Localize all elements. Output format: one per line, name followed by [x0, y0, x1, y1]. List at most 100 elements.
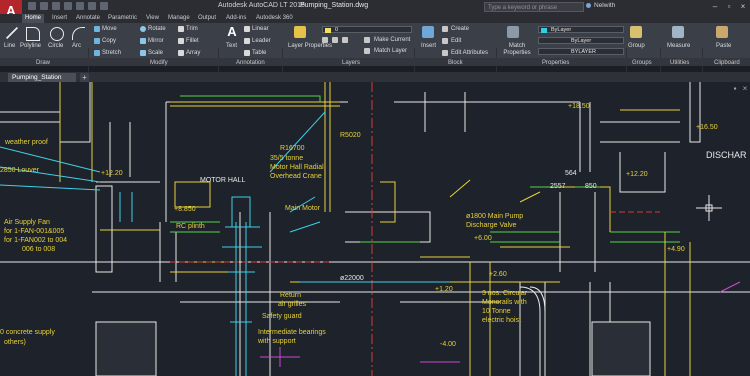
polyline-tool-label[interactable]: Polyline [20, 43, 41, 49]
make-current-icon[interactable] [364, 37, 370, 43]
circle-icon[interactable] [50, 27, 64, 41]
match-layer-icon[interactable] [364, 48, 370, 54]
measure-icon[interactable] [672, 26, 684, 38]
properties-panel-label[interactable]: Properties [542, 60, 569, 66]
linear-dimension-icon[interactable] [244, 26, 250, 32]
edit-attributes-label[interactable]: Edit Attributes [451, 50, 488, 56]
annotation-panel-label[interactable]: Annotation [236, 60, 265, 66]
tab-insert[interactable]: Insert [52, 14, 67, 23]
new-tab-button[interactable]: + [80, 73, 89, 82]
search-input[interactable]: Type a keyword or phrase [484, 2, 584, 12]
edit-attributes-icon[interactable] [442, 50, 448, 56]
new-file-icon[interactable] [28, 2, 36, 10]
clipboard-panel-label[interactable]: Clipboard [714, 60, 740, 66]
plot-icon[interactable] [76, 2, 84, 10]
tab-add-ins[interactable]: Add-ins [226, 14, 246, 23]
layer-dropdown[interactable]: 0 [322, 26, 412, 33]
scale-icon[interactable] [140, 50, 146, 56]
arc-tool-label[interactable]: Arc [72, 43, 81, 49]
open-file-icon[interactable] [40, 2, 48, 10]
undo-icon[interactable] [88, 2, 96, 10]
minimize-button[interactable]: – [708, 1, 722, 12]
create-block-icon[interactable] [442, 26, 448, 32]
insert-block-icon[interactable] [422, 26, 434, 38]
viewport-restore-icon[interactable]: ▪ [730, 84, 740, 94]
move-tool-label[interactable]: Move [102, 26, 117, 32]
note-label: Discharge Valve [466, 222, 517, 229]
edit-block-icon[interactable] [442, 38, 448, 44]
tab-output[interactable]: Output [198, 14, 216, 23]
circle-tool-label[interactable]: Circle [48, 43, 63, 49]
leader-icon[interactable] [244, 38, 250, 44]
match-properties-icon[interactable] [507, 26, 519, 38]
insert-block-label[interactable]: Insert [421, 43, 436, 49]
rotate-tool-label[interactable]: Rotate [148, 26, 166, 32]
line-tool-label[interactable]: Line [4, 43, 15, 49]
current-layer-value: 0 [335, 27, 339, 33]
mirror-tool-label[interactable]: Mirror [148, 38, 164, 44]
text-tool-label[interactable]: Text [226, 43, 237, 49]
tab-view[interactable]: View [146, 14, 159, 23]
color-dropdown[interactable]: ByLayer [538, 26, 624, 33]
block-panel-label[interactable]: Block [448, 60, 463, 66]
stretch-tool-label[interactable]: Stretch [102, 50, 121, 56]
mirror-icon[interactable] [140, 38, 146, 44]
scale-tool-label[interactable]: Scale [148, 50, 163, 56]
line-icon[interactable] [6, 27, 18, 39]
viewport-close-icon[interactable]: × [740, 84, 750, 94]
array-icon[interactable] [178, 50, 184, 56]
save-icon[interactable] [52, 2, 60, 10]
measure-tool-label[interactable]: Measure [667, 43, 690, 49]
paste-icon[interactable] [716, 26, 728, 38]
layer-properties-label[interactable]: Layer Properties [288, 43, 332, 49]
tab-parametric[interactable]: Parametric [108, 14, 137, 23]
maximize-button[interactable]: ▫ [722, 1, 736, 12]
match-properties-label[interactable]: Match Properties [500, 43, 534, 57]
linear-tool-label[interactable]: Linear [252, 26, 269, 32]
tab-autodesk-360[interactable]: Autodesk 360 [256, 14, 293, 23]
user-name[interactable]: Nelwith [594, 2, 615, 9]
match-layer-label[interactable]: Match Layer [374, 48, 407, 54]
fillet-icon[interactable] [178, 38, 184, 44]
make-current-label[interactable]: Make Current [374, 37, 410, 43]
lineweight-dropdown[interactable]: BYLAYER [538, 48, 624, 55]
copy-icon[interactable] [94, 38, 100, 44]
copy-tool-label[interactable]: Copy [102, 38, 116, 44]
tab-annotate[interactable]: Annotate [76, 14, 100, 23]
leader-tool-label[interactable]: Leader [252, 38, 271, 44]
draw-panel-label[interactable]: Draw [36, 60, 50, 66]
group-icon[interactable] [630, 26, 642, 38]
move-icon[interactable] [94, 26, 100, 32]
trim-icon[interactable] [178, 26, 184, 32]
stretch-icon[interactable] [94, 50, 100, 56]
arc-icon[interactable] [72, 27, 85, 40]
group-tool-label[interactable]: Group [628, 43, 645, 49]
fillet-tool-label[interactable]: Fillet [186, 38, 199, 44]
save-as-icon[interactable] [64, 2, 72, 10]
layers-panel-label[interactable]: Layers [342, 60, 360, 66]
rotate-icon[interactable] [140, 26, 146, 32]
layer-tool-icon[interactable] [332, 37, 338, 43]
text-icon[interactable]: A [226, 25, 238, 38]
table-tool-label[interactable]: Table [252, 50, 266, 56]
array-tool-label[interactable]: Array [186, 50, 200, 56]
edit-block-label[interactable]: Edit [451, 38, 461, 44]
modify-panel-label[interactable]: Modify [150, 60, 168, 66]
linetype-dropdown[interactable]: ByLayer [538, 37, 624, 44]
groups-panel-label[interactable]: Groups [632, 60, 652, 66]
tab-home[interactable]: Home [22, 14, 45, 23]
document-tab[interactable]: Pumping_Station [8, 73, 76, 82]
layer-properties-icon[interactable] [294, 26, 306, 38]
close-button[interactable]: × [736, 1, 750, 12]
trim-tool-label[interactable]: Trim [186, 26, 198, 32]
layer-tool-icon[interactable] [342, 37, 348, 43]
redo-icon[interactable] [100, 2, 108, 10]
paste-tool-label[interactable]: Paste [716, 43, 731, 49]
polyline-icon[interactable] [26, 27, 40, 41]
table-icon[interactable] [244, 50, 250, 56]
tab-manage[interactable]: Manage [168, 14, 190, 23]
layer-tool-icon[interactable] [322, 37, 328, 43]
utilities-panel-label[interactable]: Utilities [670, 60, 689, 66]
create-block-label[interactable]: Create [451, 26, 469, 32]
drawing-canvas[interactable]: +18.50 +16.50 +12.20 +12.20 +8.850 +6.00… [0, 82, 750, 376]
